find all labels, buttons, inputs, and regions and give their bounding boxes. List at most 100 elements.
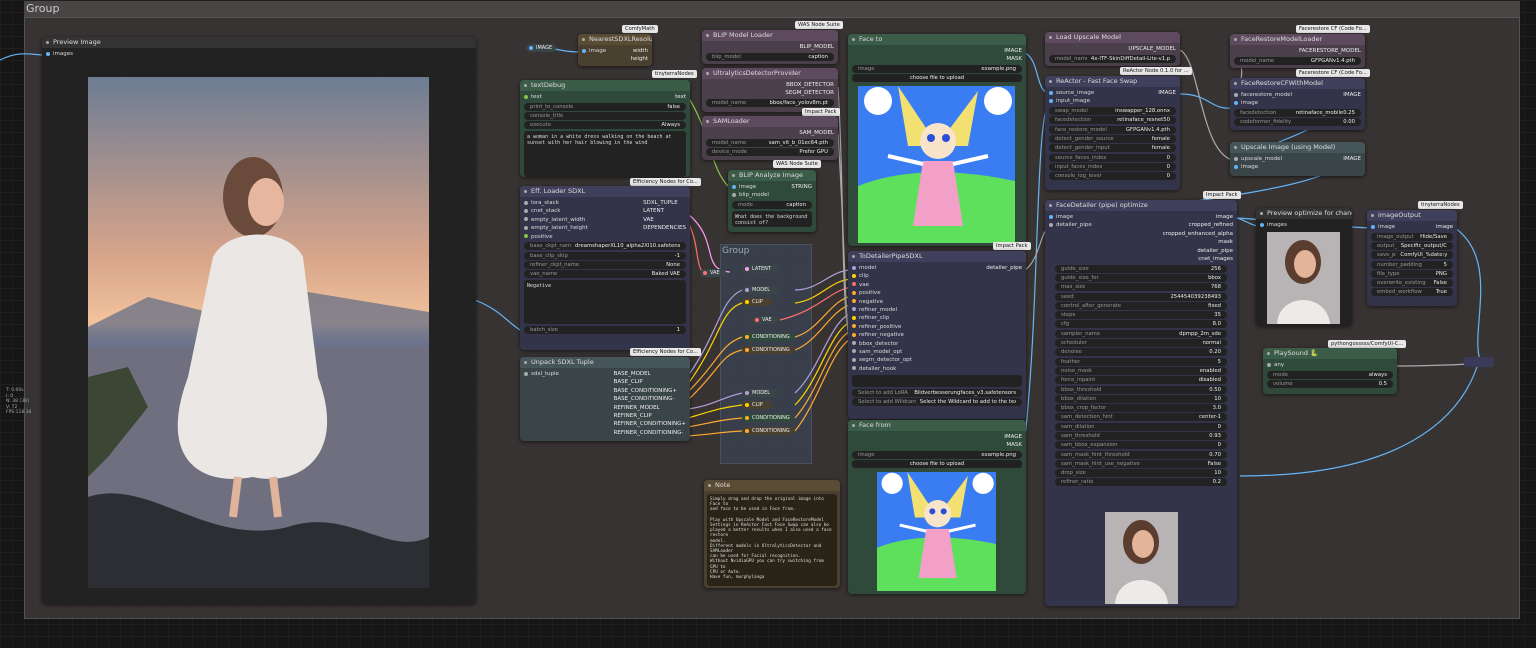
- eff-loader-sdxl-node[interactable]: Eff. Loader SDXL lora_stack cnet_stack e…: [520, 186, 690, 350]
- codeformer-fidelity-slider[interactable]: codeformer_fidelity 0.00: [1234, 118, 1361, 127]
- control-after-generate-select[interactable]: control_after_generate fixed: [1055, 301, 1227, 310]
- text-debug-node[interactable]: textDebug text text print_to_console false…: [520, 80, 690, 177]
- bbox-crop-factor-field[interactable]: bbox_crop_factor 3.0: [1055, 404, 1227, 413]
- input-slot[interactable]: lora_stack: [524, 199, 588, 207]
- device-mode-select[interactable]: device_mode Prefer GPU: [706, 147, 834, 156]
- node-title[interactable]: NearestSDXLResolution: [578, 34, 652, 45]
- note-text[interactable]: Simply drag and drop the original image …: [707, 494, 837, 586]
- input-slot[interactable]: [524, 94, 528, 99]
- input-slot[interactable]: [1049, 222, 1053, 227]
- output-slot[interactable]: VAE: [643, 216, 686, 224]
- input-slot[interactable]: empty_latent_height: [524, 224, 588, 232]
- node-title[interactable]: imageOutput: [1367, 210, 1457, 221]
- sam-loader-node[interactable]: SAMLoader SAM_MODEL model_name sam_vit_b_…: [702, 116, 838, 160]
- analyze-mode-select[interactable]: mode caption: [732, 201, 812, 210]
- model-reroute[interactable]: MODEL: [742, 286, 778, 294]
- input-slot[interactable]: any: [1267, 361, 1393, 369]
- scheduler-select[interactable]: scheduler normal: [1055, 339, 1227, 348]
- node-title[interactable]: FaceDetailer (pipe) optimize: [1045, 200, 1237, 211]
- input-slot[interactable]: [46, 51, 50, 56]
- denoise-field[interactable]: denoise 0.20: [1055, 348, 1227, 357]
- node-title[interactable]: ToDetailerPipeSDXL: [848, 251, 1026, 262]
- overwrite-existing-select[interactable]: overwrite_existing False: [1371, 279, 1453, 288]
- prompt-area[interactable]: [852, 375, 1022, 388]
- load-upscale-model-node[interactable]: Load Upscale Model UPSCALE_MODEL model_n…: [1045, 32, 1180, 66]
- upscale-image-using-model-node[interactable]: Upscale Image (using Model) upscale_mode…: [1230, 142, 1365, 176]
- upscale-model-select[interactable]: model_name 4x-ITF-SkinDiffDetail-Lite-v1.…: [1049, 54, 1176, 63]
- node-title[interactable]: UltralyticsDetectorProvider: [702, 68, 838, 79]
- node-title[interactable]: Note: [704, 480, 840, 491]
- image-output-node[interactable]: imageOutput image image image_output Hide/…: [1367, 210, 1457, 306]
- force-inpaint-toggle[interactable]: force_inpaint disabled: [1055, 376, 1227, 385]
- noise-mask-toggle[interactable]: noise_mask enabled: [1055, 366, 1227, 375]
- model-reroute[interactable]: MODEL: [742, 389, 778, 397]
- sam-dilation-field[interactable]: sam_dilation 0: [1055, 422, 1227, 431]
- fr-facedetection-select[interactable]: facedetection retinaface_mobile0.25: [1234, 109, 1361, 118]
- output-slot[interactable]: REFINER_CLIP: [614, 412, 686, 420]
- input-slot[interactable]: [1049, 214, 1053, 219]
- clip-reroute[interactable]: CLIP: [742, 401, 772, 409]
- input-slot[interactable]: [1049, 90, 1053, 95]
- bbox-threshold-field[interactable]: bbox_threshold 0.50: [1055, 385, 1227, 394]
- face-from-load-image-node[interactable]: Face from IMAGE MASK image example.png ch…: [848, 420, 1026, 594]
- input-slot[interactable]: [852, 265, 856, 270]
- input-slot[interactable]: [1371, 224, 1375, 229]
- node-title[interactable]: Upscale Image (using Model): [1230, 142, 1365, 153]
- facedetection-select[interactable]: facedetection retinaface_resnet50: [1049, 116, 1176, 125]
- refiner-ratio-field[interactable]: refiner_ratio 0.2: [1055, 478, 1227, 487]
- output-slot[interactable]: DEPENDENCIES: [643, 224, 686, 232]
- clip-reroute[interactable]: CLIP: [742, 298, 772, 306]
- input-slot[interactable]: positive: [852, 289, 1022, 297]
- output-slot[interactable]: BASE_CLIP: [614, 378, 686, 386]
- node-title[interactable]: Face to: [848, 34, 1026, 45]
- node-title[interactable]: BLIP Model Loader: [702, 30, 838, 41]
- base-clip-skip-field[interactable]: base_clip_skip -1: [524, 251, 686, 260]
- node-title[interactable]: Face from: [848, 420, 1026, 431]
- node-title[interactable]: Unpack SDXL Tuple: [520, 357, 690, 368]
- blip-model-select[interactable]: blip_model caption: [706, 52, 834, 61]
- execute-select[interactable]: execute Always: [524, 121, 686, 130]
- output-slot[interactable]: BASE_CONDITIONING-: [614, 395, 686, 403]
- source-faces-index-field[interactable]: source_faces_index 0: [1049, 153, 1176, 162]
- choose-file-button[interactable]: choose file to upload: [852, 74, 1022, 83]
- input-slot[interactable]: [1234, 92, 1238, 97]
- input-slot[interactable]: [732, 192, 736, 197]
- input-slot[interactable]: positive: [524, 233, 588, 241]
- detect-gender-source-select[interactable]: detect_gender_source female: [1049, 134, 1176, 143]
- reactor-face-swap-node[interactable]: ReActor - Fast Face Swap source_image IMA…: [1045, 76, 1180, 190]
- node-title[interactable]: BLIP Analyze Image: [728, 170, 816, 181]
- file-type-select[interactable]: file_type PNG: [1371, 269, 1453, 278]
- blip-analyze-image-node[interactable]: BLIP Analyze Image image STRING blip_mode…: [728, 170, 816, 232]
- input-slot[interactable]: vae: [852, 281, 1022, 289]
- input-slot[interactable]: refiner_clip: [852, 314, 1022, 322]
- blip-model-loader-node[interactable]: BLIP Model Loader BLIP_MODEL blip_model c…: [702, 30, 838, 64]
- facerestore-cf-with-model-node[interactable]: FaceRestoreCFWithModel facerestore_model…: [1230, 78, 1365, 130]
- cfg-field[interactable]: cfg 8.0: [1055, 320, 1227, 329]
- sam-detection-hint-select[interactable]: sam_detection_hint center-1: [1055, 413, 1227, 422]
- latent-reroute[interactable]: LATENT: [742, 265, 778, 273]
- embed-workflow-select[interactable]: embed_workflow True: [1371, 288, 1453, 297]
- input-slot[interactable]: sam_model_opt: [852, 348, 1022, 356]
- add-wildcard-select[interactable]: Select to add Wildcard Select the Wildcar…: [852, 398, 1022, 407]
- sam-bbox-expansion-field[interactable]: sam_bbox_expansion 0: [1055, 441, 1227, 450]
- face-restore-model-select[interactable]: face_restore_model GFPGANv1.4.pth: [1049, 125, 1176, 134]
- input-slot[interactable]: [732, 184, 736, 189]
- right-reroute[interactable]: [1464, 357, 1494, 367]
- node-title[interactable]: ReActor - Fast Face Swap: [1045, 76, 1180, 87]
- add-lora-select[interactable]: Select to add LoRA Bildverbesserungfaces_…: [852, 389, 1022, 398]
- refiner-ckpt-select[interactable]: refiner_ckpt_name None: [524, 260, 686, 269]
- print-to-console-toggle[interactable]: print_to_console false: [524, 102, 686, 111]
- input-slot[interactable]: refiner_negative: [852, 331, 1022, 339]
- node-title[interactable]: Preview Image: [42, 37, 476, 48]
- node-title[interactable]: PlaySound 🐍: [1263, 348, 1397, 359]
- image-file-select[interactable]: image example.png: [852, 65, 1022, 74]
- base-ckpt-select[interactable]: base_ckpt_name dreamshaperXL10_alpha2Xl10…: [524, 242, 686, 251]
- image-file-select[interactable]: image example.png: [852, 451, 1022, 460]
- input-slot[interactable]: cnet_stack: [524, 207, 588, 215]
- input-slot[interactable]: negative: [852, 298, 1022, 306]
- conditioning-reroute[interactable]: CONDITIONING: [742, 427, 794, 435]
- conditioning-reroute[interactable]: CONDITIONING: [742, 414, 794, 422]
- sampler-name-select[interactable]: sampler_name dpmpp_2m_sde: [1055, 329, 1227, 338]
- vae-reroute-inner[interactable]: VAE: [752, 316, 778, 324]
- node-title[interactable]: SAMLoader: [702, 116, 838, 127]
